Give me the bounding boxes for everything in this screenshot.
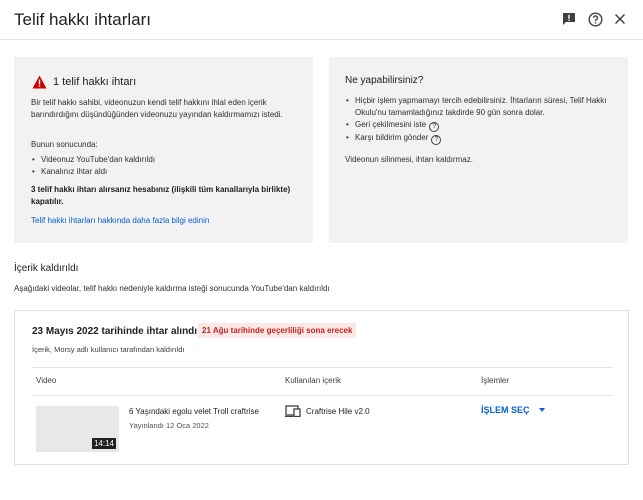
option-retraction: Geri çekilmesini iste? [345, 119, 617, 132]
strike-info-panel: 1 telif hakkı ihtarı Bir telif hakkı sah… [14, 57, 313, 243]
options-title: Ne yapabilirsiniz? [345, 75, 424, 86]
option-wait: Hiçbir işlem yapmamayı tercih edebilirsi… [345, 95, 617, 119]
result-list: Videonuz YouTube'dan kaldırıldı Kanalını… [31, 154, 299, 178]
video-thumbnail[interactable]: 14:14 [36, 406, 119, 452]
caret-down-icon [538, 408, 545, 412]
list-item: Kanalınız ihtar aldı [31, 166, 299, 178]
video-duration: 14:14 [91, 438, 116, 449]
divider [32, 395, 613, 396]
option-counter-notice: Karşı bildirim gönder? [345, 132, 617, 145]
list-item: Videonuz YouTube'dan kaldırıldı [31, 154, 299, 166]
strike-description: Bir telif hakkı sahibi, videonuzun kendi… [31, 98, 283, 119]
result-label: Bunun sonucunda: [31, 140, 98, 149]
help-icon[interactable]: ? [429, 122, 440, 132]
video-published-date: Yayınlandı 12 Oca 2022 [129, 421, 209, 430]
close-icon[interactable] [611, 10, 629, 28]
claimant-text: İçerik, Morsy adlı kullanıcı tarafından … [32, 345, 185, 354]
select-action-button[interactable]: İŞLEM SEÇ [481, 405, 545, 415]
column-header-video: Video [36, 376, 57, 385]
learn-more-link[interactable]: Telif hakkı ihtarları hakkında daha fazl… [31, 215, 209, 227]
expiry-badge: 21 Ağu tarihinde geçerliliği sona erecek [198, 323, 357, 338]
divider [32, 367, 613, 368]
column-header-actions: İşlemler [481, 376, 510, 385]
help-icon[interactable]: ? [431, 135, 442, 145]
delete-note: Videonun silinmesi, ihtarı kaldırmaz. [345, 155, 473, 164]
termination-warning: 3 telif hakkı ihtarı alırsanız hesabınız… [31, 185, 291, 206]
options-panel: Ne yapabilirsiniz? Hiçbir işlem yapmamay… [329, 57, 628, 243]
strike-date-title: 23 Mayıs 2022 tarihinde ihtar alındı [32, 326, 198, 337]
counter-notification-link[interactable]: Karşı bildirim gönder [355, 133, 428, 142]
video-title[interactable]: 6 Yaşındaki egolu velet Troll craftrise [129, 407, 274, 416]
retraction-request-link[interactable]: Geri çekilmesini iste [355, 120, 426, 129]
monitor-icon [285, 405, 301, 417]
dialog-header: Telif hakkı ihtarları [0, 0, 643, 40]
help-icon[interactable] [586, 10, 604, 28]
strike-card: 23 Mayıs 2022 tarihinde ihtar alındı 21 … [14, 310, 629, 465]
strike-count-title: 1 telif hakkı ihtarı [53, 76, 137, 88]
warning-icon [32, 75, 47, 89]
content-used-name: Craftrise Hile v2.0 [306, 407, 370, 416]
options-list: Hiçbir işlem yapmamayı tercih edebilirsi… [345, 95, 617, 145]
feedback-icon[interactable] [560, 10, 578, 28]
dialog-title: Telif hakkı ihtarları [14, 10, 151, 29]
section-subtitle: Aşağıdaki videolar, telif hakkı nedeniyl… [14, 284, 330, 293]
strike-count-heading: 1 telif hakkı ihtarı [32, 75, 136, 89]
column-header-content: Kullanılan içerik [285, 376, 342, 385]
select-action-label: İŞLEM SEÇ [481, 405, 530, 415]
section-title: İçerik kaldırıldı [14, 263, 79, 274]
